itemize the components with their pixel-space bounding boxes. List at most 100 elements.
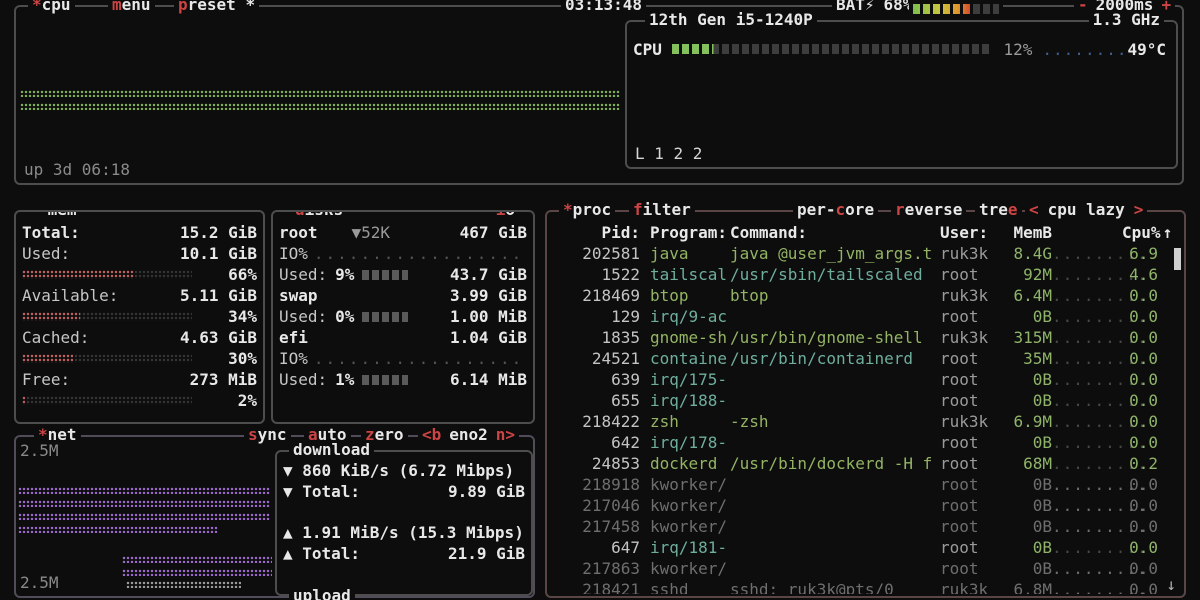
scroll-down-icon[interactable]: ↓	[1166, 575, 1176, 594]
mem-available-meter-row: 34%	[16, 306, 263, 327]
table-row[interactable]: 24853 dockerd /usr/bin/dockerd -H f root…	[547, 453, 1184, 474]
process-pid: 218422	[547, 411, 640, 432]
interval-decrease-button[interactable]: -	[1078, 0, 1088, 14]
table-row[interactable]: 1522 tailscal /usr/sbin/tailscaled root …	[547, 264, 1184, 285]
download-speed-row: ▼ 860 KiB/s (6.72 Mibps)	[277, 460, 531, 481]
table-row[interactable]: 217458 kworker/ root 0B ......... 0.0	[547, 516, 1184, 537]
table-row[interactable]: 24521 containe /usr/bin/containerd root …	[547, 348, 1184, 369]
mem-available-value: 5.11 GiB	[180, 286, 257, 305]
disk-swap-row: swap3.99 GiB	[273, 285, 533, 306]
mem-cached-value: 4.63 GiB	[180, 328, 257, 347]
process-pid: 24853	[547, 453, 640, 474]
table-row[interactable]: 655 irq/188- root 0B ......... 0.0	[547, 390, 1184, 411]
disk-root-used-value: 43.7 GiB	[450, 265, 527, 284]
process-command: -zsh	[730, 411, 940, 432]
process-user: root	[940, 432, 992, 453]
mem-used-label: Used:	[22, 244, 70, 263]
process-cpu-graph: .........	[1052, 495, 1122, 516]
mem-box: *mem Total:15.2 GiB Used:10.1 GiB 66% Av…	[14, 210, 265, 424]
table-row[interactable]: 217863 kworker/ root 0B ......... 0.0	[547, 558, 1184, 579]
sort-direction-icon[interactable]: ↑	[1158, 222, 1177, 243]
process-cpu: 0.0	[1122, 390, 1158, 411]
process-mem: 0B	[992, 390, 1052, 411]
download-total-row: ▼ Total:9.89 GiB	[277, 481, 531, 502]
process-pid: 217863	[547, 558, 640, 579]
download-total-value: 9.89 GiB	[448, 482, 525, 501]
disks-box: disks io root▼52K467 GiB IO%............…	[271, 210, 535, 424]
process-mem: 0B	[992, 306, 1052, 327]
table-row[interactable]: 639 irq/175- root 0B ......... 0.0	[547, 369, 1184, 390]
process-cpu-graph: .........	[1052, 306, 1122, 327]
process-program: irq/188-	[640, 390, 730, 411]
process-program: irq/178-	[640, 432, 730, 453]
sync-hotkey: s	[248, 425, 258, 444]
download-speed: ▼ 860 KiB/s (6.72 Mibps)	[283, 461, 514, 480]
process-program: dockerd	[640, 453, 730, 474]
interface-prev-button[interactable]: <b	[422, 425, 441, 444]
sort-selector: <cpu lazy>	[1025, 200, 1147, 220]
process-mem: 0B	[992, 432, 1052, 453]
process-cpu-graph: .........	[1052, 348, 1122, 369]
disk-swap-used-row: Used:0%1.00 MiB	[273, 306, 533, 327]
disks-box-title[interactable]: disks	[291, 210, 347, 220]
process-user: root	[940, 516, 992, 537]
table-row[interactable]: 217046 kworker/ root 0B ......... 0.0	[547, 495, 1184, 516]
io-mode-toggle[interactable]: io	[492, 210, 519, 220]
process-pid: 655	[547, 390, 640, 411]
process-cpu-graph: .........	[1052, 390, 1122, 411]
header-command[interactable]: Command:	[730, 222, 940, 243]
disk-root-used-percent: 9%	[335, 265, 354, 284]
table-row[interactable]: 218421 sshd sshd: ruk3k@pts/0 ruk3k 6.8M…	[547, 579, 1184, 594]
table-row[interactable]: 202581 java java @user_jvm_args.t ruk3k …	[547, 243, 1184, 264]
per-core-toggle[interactable]: per-core	[793, 200, 878, 220]
net-interface-selector: <beno2n>	[418, 425, 519, 445]
menu-button[interactable]: menu	[108, 0, 155, 15]
mem-total-value: 15.2 GiB	[180, 223, 257, 242]
process-mem: 0B	[992, 537, 1052, 558]
process-mem: 6.8M	[992, 579, 1052, 594]
table-row[interactable]: 218469 btop btop ruk3k 6.4M ......... 0.…	[547, 285, 1184, 306]
table-row[interactable]: 647 irq/181- root 0B ......... 0.0	[547, 537, 1184, 558]
process-cpu: 0.0	[1122, 558, 1158, 579]
disk-root-used-meter	[362, 270, 408, 280]
header-user[interactable]: User:	[940, 222, 992, 243]
interface-next-button[interactable]: n>	[496, 425, 515, 444]
scrollbar-thumb[interactable]	[1174, 248, 1181, 270]
header-program[interactable]: Program:	[640, 222, 730, 243]
table-row[interactable]: 1835 gnome-sh /usr/bin/gnome-shell ruk3k…	[547, 327, 1184, 348]
filter-button[interactable]: filter	[629, 200, 695, 220]
process-pid: 218421	[547, 579, 640, 594]
filter-hotkey: f	[633, 200, 643, 219]
process-program: containe	[640, 348, 730, 369]
cpu-graph-lower	[20, 103, 620, 110]
disks-title-text: isks	[305, 210, 344, 219]
table-row[interactable]: 218918 kworker/ root 0B ......... 0.0	[547, 474, 1184, 495]
process-cpu: 0.0	[1122, 516, 1158, 537]
net-sync-button[interactable]: sync	[244, 425, 291, 445]
process-pid: 24521	[547, 348, 640, 369]
tree-toggle[interactable]: tree	[975, 200, 1022, 220]
reverse-toggle[interactable]: reverse	[891, 200, 966, 220]
sort-prev-button[interactable]: <	[1029, 200, 1039, 219]
header-cpu[interactable]: Cpu%	[1122, 222, 1158, 243]
process-cpu-graph: .........	[1052, 411, 1122, 432]
mem-box-title[interactable]: *mem	[34, 210, 81, 220]
mem-available-percent: 34%	[228, 307, 257, 326]
header-mem[interactable]: MemB	[992, 222, 1052, 243]
proc-box-title[interactable]: *proc	[559, 200, 615, 220]
table-row[interactable]: 218422 zsh -zsh ruk3k 6.9M ......... 0.0	[547, 411, 1184, 432]
header-pid[interactable]: Pid:	[547, 222, 640, 243]
sort-next-button[interactable]: >	[1134, 200, 1144, 219]
preset-button[interactable]: preset *	[174, 0, 259, 15]
cpu-usage-meter	[672, 44, 990, 54]
table-row[interactable]: 129 irq/9-ac root 0B ......... 0.0	[547, 306, 1184, 327]
mem-cached-percent: 30%	[228, 349, 257, 368]
table-row[interactable]: 642 irq/178- root 0B ......... 0.0	[547, 432, 1184, 453]
clock: 03:13:48	[561, 0, 646, 15]
process-cpu: 0.0	[1122, 495, 1158, 516]
disk-efi-used-percent: 1%	[335, 370, 354, 389]
net-upload-graph-3	[126, 581, 241, 588]
cpu-star: *	[32, 0, 42, 14]
cpu-box-title[interactable]: *cpu	[28, 0, 75, 15]
cpu-detail-box: 12th Gen i5-1240P 1.3 GHz CPU 12% ......…	[625, 20, 1178, 169]
